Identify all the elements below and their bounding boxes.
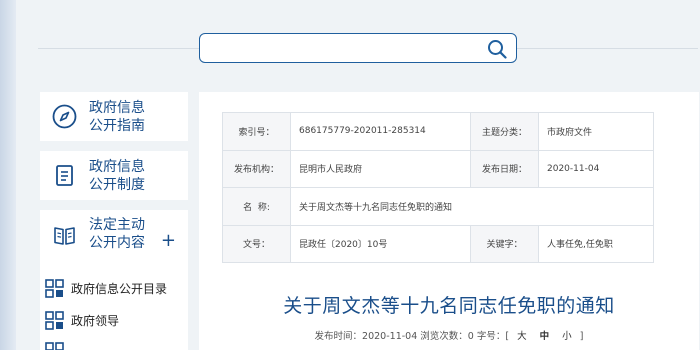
sidebar-item-label: 政府信息公开目录 (71, 281, 168, 296)
grid-icon (45, 341, 64, 350)
sidebar-card-label[interactable]: 法定主动 公开内容 (89, 216, 145, 252)
sidebar-card-guide[interactable]: 政府信息 公开指南 (40, 92, 188, 141)
keywords-label: 关键字： (470, 224, 539, 263)
name-value: 关于周文杰等十九名同志任免职的通知 (290, 187, 654, 226)
docno-label: 文号： (222, 224, 291, 263)
sidebar-card-label: 政府信息 公开制度 (89, 159, 145, 193)
sidebar-card-label: 政府信息 公开指南 (89, 100, 145, 134)
sidebar-item-label: 政府领导 (71, 313, 120, 328)
article-meta: 发布时间：2020-11-04 浏览次数：0 字号：[ 大 中 小 ] (199, 328, 699, 342)
table-row: 索引号： 686175779-202011-285314 主题分类： 市政府文件 (222, 112, 654, 151)
search-box[interactable] (199, 33, 517, 63)
table-row: 发布机构： 昆明市人民政府 发布日期： 2020-11-04 (222, 149, 654, 188)
grid-icon (45, 278, 64, 298)
date-label: 发布日期： (470, 149, 539, 188)
publish-info-end: ] (579, 331, 584, 342)
date-value: 2020-11-04 (538, 149, 654, 188)
publish-info: 发布时间：2020-11-04 浏览次数：0 字号：[ (314, 331, 510, 342)
sidebar-item-leaders[interactable]: 政府领导 (45, 310, 119, 330)
sidebar-item-catalog[interactable]: 政府信息公开目录 (45, 278, 167, 298)
index-value: 686175779-202011-285314 (290, 112, 471, 151)
grid-icon (45, 310, 64, 330)
table-row: 文号： 昆政任〔2020〕10号 关键字： 人事任免,任免职 (222, 224, 654, 263)
keywords-value: 人事任免,任免职 (538, 224, 654, 263)
document-icon (56, 165, 73, 186)
docno-value: 昆政任〔2020〕10号 (290, 224, 471, 263)
issuer-value: 昆明市人民政府 (290, 149, 471, 188)
font-size-small-link[interactable]: 小 (562, 331, 572, 342)
document-info-table: 索引号： 686175779-202011-285314 主题分类： 市政府文件… (222, 112, 654, 263)
topic-label: 主题分类： (470, 112, 539, 151)
name-label: 名 称: (222, 187, 291, 226)
search-input[interactable] (208, 38, 478, 58)
article-title: 关于周文杰等十九名同志任免职的通知 (283, 295, 615, 317)
issuer-label: 发布机构： (222, 149, 291, 188)
compass-icon (52, 104, 77, 129)
index-label: 索引号： (222, 112, 291, 151)
topic-value: 市政府文件 (538, 112, 654, 151)
book-icon (54, 227, 75, 245)
sidebar-card-system[interactable]: 政府信息 公开制度 (40, 151, 188, 200)
left-edge-strip (0, 0, 16, 350)
expand-plus-icon[interactable]: + (161, 232, 176, 250)
search-icon[interactable] (487, 39, 507, 59)
sidebar-item-next[interactable] (45, 341, 64, 350)
font-size-medium-link[interactable]: 中 (540, 331, 550, 342)
font-size-large-link[interactable]: 大 (517, 331, 527, 342)
table-row: 名 称: 关于周文杰等十九名同志任免职的通知 (222, 187, 654, 226)
